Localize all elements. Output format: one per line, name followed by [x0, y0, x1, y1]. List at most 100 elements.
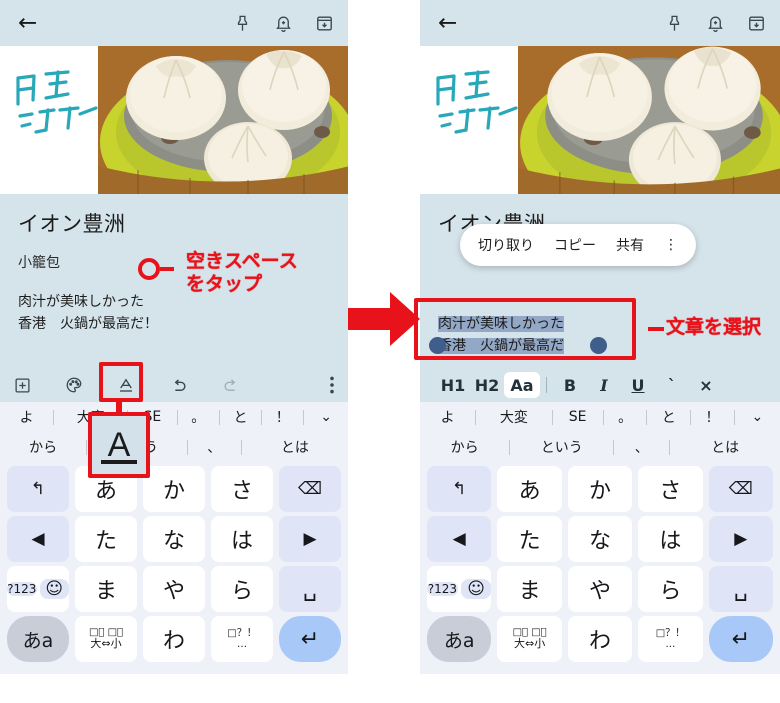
- key-backspace[interactable]: ⌫: [708, 466, 774, 512]
- page-title: イオン豊洲: [18, 212, 126, 236]
- key-a[interactable]: あ: [497, 466, 562, 512]
- suggestion-item[interactable]: ！: [691, 407, 734, 427]
- suggestion-item[interactable]: よ: [0, 407, 53, 427]
- text-format-toolbar: H1 H2 Aa B I U ` ×: [420, 368, 780, 402]
- cut-button[interactable]: 切り取り: [478, 235, 534, 255]
- chevron-down-icon[interactable]: ⌄: [304, 409, 348, 425]
- key-ha[interactable]: は: [638, 516, 703, 562]
- suggestion-item[interactable]: 大変: [476, 407, 551, 427]
- suggestion-item[interactable]: 。: [604, 407, 647, 427]
- key-space[interactable]: ␣: [708, 566, 774, 612]
- format-h2-button[interactable]: H2: [470, 372, 504, 398]
- back-icon[interactable]: ←: [18, 11, 37, 35]
- key-dakuten-label: 大⇔小: [90, 637, 122, 651]
- add-icon[interactable]: [14, 377, 31, 394]
- key-wa[interactable]: わ: [567, 616, 633, 662]
- key-ya[interactable]: や: [143, 566, 205, 612]
- reminder-bell-icon[interactable]: [706, 14, 725, 33]
- close-icon[interactable]: ×: [689, 372, 723, 398]
- key-input-mode[interactable]: あa: [7, 616, 69, 662]
- key-ma[interactable]: ま: [75, 566, 137, 612]
- suggestion-item[interactable]: から: [420, 437, 509, 457]
- suggestion-item[interactable]: とは: [670, 437, 780, 457]
- suggestion-item[interactable]: 、: [188, 437, 241, 457]
- key-cursor-right[interactable]: ▶: [708, 516, 774, 562]
- key-punctuation[interactable]: □？！ …: [638, 616, 703, 662]
- key-sa[interactable]: さ: [638, 466, 703, 512]
- suggestion-strip-left: よ 大変 SE 。 と ！ ⌄ から という 、: [0, 402, 348, 462]
- key-ha[interactable]: は: [211, 516, 273, 562]
- suggestion-item[interactable]: と: [220, 407, 261, 427]
- app-bar: ←: [0, 0, 348, 46]
- key-ta[interactable]: た: [497, 516, 562, 562]
- key-symbols[interactable]: ?123: [7, 582, 37, 596]
- suggestion-row-2: から という 、 とは: [0, 432, 348, 462]
- key-enter[interactable]: ↵: [708, 616, 774, 662]
- suggestion-item[interactable]: という: [510, 437, 613, 457]
- key-backspace[interactable]: ⌫: [279, 466, 341, 512]
- screenshot-stage: ← イオン豊洲 小籠包 肉汁が美味しかった 香港 火鍋が最高だ！ よ 大変 SE…: [0, 0, 780, 703]
- suggestion-item[interactable]: よ: [420, 407, 475, 427]
- format-underline-button[interactable]: U: [621, 372, 655, 398]
- suggestion-item[interactable]: SE: [553, 409, 603, 425]
- more-options-icon[interactable]: [330, 376, 334, 394]
- suggestion-item[interactable]: 、: [614, 437, 669, 457]
- key-sa[interactable]: さ: [211, 466, 273, 512]
- chevron-down-icon[interactable]: ⌄: [735, 409, 780, 425]
- suggestion-item[interactable]: ！: [262, 407, 303, 427]
- more-options-icon[interactable]: ⋮: [664, 237, 678, 253]
- format-italic-button[interactable]: I: [587, 372, 621, 398]
- key-ra[interactable]: ら: [638, 566, 703, 612]
- key-ya[interactable]: や: [567, 566, 633, 612]
- key-punctuation[interactable]: □？！ …: [211, 616, 273, 662]
- undo-icon[interactable]: [169, 376, 188, 395]
- key-input-mode[interactable]: あa: [427, 616, 492, 662]
- key-space[interactable]: ␣: [279, 566, 341, 612]
- pin-icon[interactable]: [233, 14, 252, 33]
- suggestion-item[interactable]: とは: [242, 437, 348, 457]
- format-h1-button[interactable]: H1: [436, 372, 470, 398]
- format-bold-button[interactable]: B: [553, 372, 587, 398]
- share-button[interactable]: 共有: [616, 235, 644, 255]
- back-icon[interactable]: ←: [438, 11, 457, 35]
- keyboard-row: ◀ た な は ▶: [424, 516, 776, 562]
- note-body[interactable]: 肉汁が美味しかった 香港 火鍋が最高だ！: [18, 292, 330, 335]
- key-cursor-right[interactable]: ▶: [279, 516, 341, 562]
- emoji-icon[interactable]: ☺: [460, 579, 492, 599]
- handwriting-note: [420, 46, 518, 194]
- keyboard-row: ?123 ☺ ま や ら ␣: [4, 566, 344, 612]
- note-bottom-toolbar: [0, 368, 348, 402]
- key-dakuten[interactable]: □゙ □゚ 大⇔小: [75, 616, 137, 662]
- pin-icon[interactable]: [665, 14, 684, 33]
- key-ka[interactable]: か: [567, 466, 633, 512]
- suggestion-item[interactable]: 。: [178, 407, 219, 427]
- key-ka[interactable]: か: [143, 466, 205, 512]
- key-na[interactable]: な: [567, 516, 633, 562]
- key-cursor-left[interactable]: ◀: [427, 516, 492, 562]
- archive-icon[interactable]: [747, 14, 766, 33]
- key-na[interactable]: な: [143, 516, 205, 562]
- reminder-bell-icon[interactable]: [274, 14, 293, 33]
- format-more-button[interactable]: `: [655, 372, 689, 398]
- key-enter[interactable]: ↵: [279, 616, 341, 662]
- key-wa[interactable]: わ: [143, 616, 205, 662]
- archive-icon[interactable]: [315, 14, 334, 33]
- suggestion-item[interactable]: から: [0, 437, 86, 457]
- key-symbols[interactable]: ?123: [427, 582, 458, 596]
- punct-glyph: □？！: [655, 627, 686, 639]
- emoji-icon[interactable]: ☺: [39, 579, 69, 599]
- format-body-button[interactable]: Aa: [504, 372, 540, 398]
- suggestion-row-1: よ 大変 SE 。 と ！ ⌄: [0, 402, 348, 432]
- key-ma[interactable]: ま: [497, 566, 562, 612]
- suggestion-item[interactable]: と: [647, 407, 690, 427]
- palette-icon[interactable]: [65, 376, 83, 394]
- key-undo[interactable]: ↰: [427, 466, 492, 512]
- key-ra[interactable]: ら: [211, 566, 273, 612]
- key-cursor-left[interactable]: ◀: [7, 516, 69, 562]
- text-selection-context-menu: 切り取り コピー 共有 ⋮: [460, 224, 696, 266]
- key-undo[interactable]: ↰: [7, 466, 69, 512]
- keyboard-row: ↰ あ か さ ⌫: [4, 466, 344, 512]
- key-ta[interactable]: た: [75, 516, 137, 562]
- key-dakuten[interactable]: □゙ □゚ 大⇔小: [497, 616, 562, 662]
- copy-button[interactable]: コピー: [554, 235, 596, 255]
